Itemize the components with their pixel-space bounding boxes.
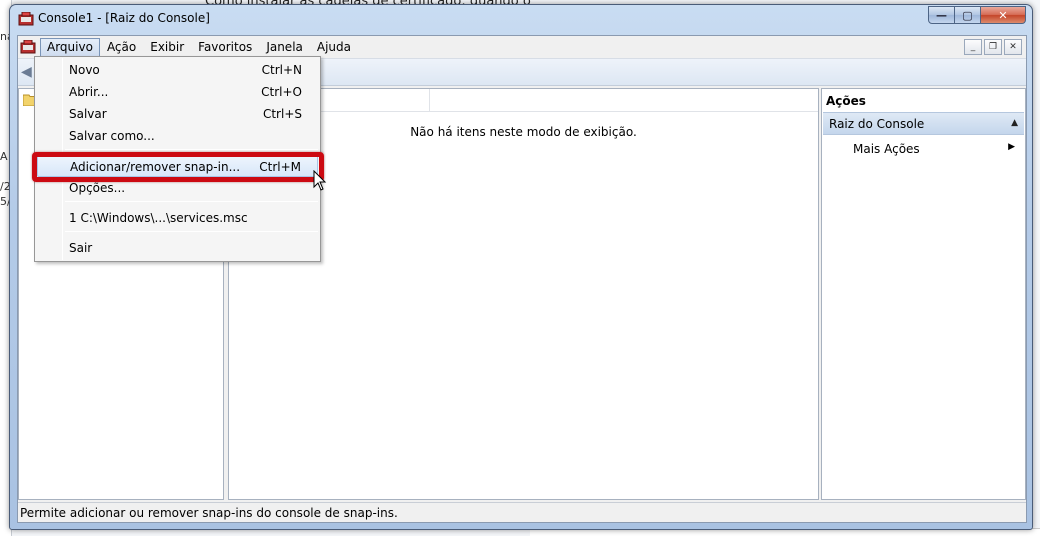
more-actions-link[interactable]: Mais Ações — [853, 142, 920, 156]
system-menu-icon[interactable] — [20, 40, 36, 54]
background-fragment: A — [0, 150, 8, 163]
red-annotation-box — [32, 152, 324, 182]
menu-item-label: Opções... — [69, 181, 126, 195]
actions-section-label: Raiz do Console — [829, 117, 925, 131]
actions-pane: Ações Raiz do Console ▲ Mais Ações ▶ — [821, 88, 1026, 500]
mdi-buttons: _ ❐ ✕ — [964, 39, 1022, 55]
mdi-minimize-button[interactable]: _ — [964, 39, 982, 55]
actions-title: Ações — [826, 94, 866, 108]
menu-favoritos[interactable]: Favoritos — [191, 38, 259, 57]
title-bar[interactable]: Console1 - [Raiz do Console] — ▢ ✕ — [10, 5, 1032, 33]
mmc-console-icon — [18, 12, 34, 26]
mdi-close-button[interactable]: ✕ — [1004, 39, 1022, 55]
menu-item-label: Abrir... — [69, 85, 109, 99]
minimize-button[interactable]: — — [928, 6, 955, 24]
caption-buttons: — ▢ ✕ — [928, 6, 1026, 24]
menu-separator — [65, 149, 318, 150]
menu-item-sair[interactable]: Sair — [37, 237, 318, 259]
menu-item-label: 1 C:\Windows\...\services.msc — [69, 211, 248, 225]
menu-item-novo[interactable]: Novo Ctrl+N — [37, 59, 318, 81]
menu-bar: Arquivo Ação Exibir Favoritos Janela Aju… — [18, 36, 1026, 58]
menu-ajuda[interactable]: Ajuda — [310, 38, 358, 57]
menu-acao[interactable]: Ação — [100, 38, 143, 57]
menu-item-label: Salvar — [69, 107, 107, 121]
menu-separator — [65, 201, 318, 202]
menu-item-shortcut: Ctrl+N — [261, 63, 302, 77]
window-title: Console1 - [Raiz do Console] — [38, 11, 210, 25]
close-button[interactable]: ✕ — [981, 6, 1026, 24]
menu-item-salvar-como[interactable]: Salvar como... — [37, 125, 318, 147]
menu-item-label: Salvar como... — [69, 129, 155, 143]
menu-item-recent-file[interactable]: 1 C:\Windows\...\services.msc — [37, 207, 318, 229]
status-text: Permite adicionar ou remover snap-ins do… — [20, 506, 398, 520]
menu-item-label: Sair — [69, 241, 93, 255]
mouse-cursor-icon — [313, 170, 327, 191]
menu-item-label: Novo — [69, 63, 100, 77]
menu-item-shortcut: Ctrl+S — [262, 107, 302, 121]
actions-section-header[interactable]: Raiz do Console ▲ — [823, 112, 1024, 135]
menu-item-salvar[interactable]: Salvar Ctrl+S — [37, 103, 318, 125]
status-bar: Permite adicionar ou remover snap-ins do… — [18, 502, 1026, 522]
collapse-up-icon[interactable]: ▲ — [1011, 118, 1018, 128]
menu-janela[interactable]: Janela — [259, 38, 310, 57]
maximize-button[interactable]: ▢ — [955, 6, 981, 24]
menu-exibir[interactable]: Exibir — [143, 38, 191, 57]
mdi-restore-button[interactable]: ❐ — [984, 39, 1002, 55]
menu-item-abrir[interactable]: Abrir... Ctrl+O — [37, 81, 318, 103]
submenu-arrow-icon: ▶ — [1008, 142, 1015, 152]
menu-item-shortcut: Ctrl+O — [261, 85, 302, 99]
menu-arquivo[interactable]: Arquivo — [40, 37, 100, 57]
menu-separator — [65, 231, 318, 232]
column-divider[interactable] — [429, 89, 430, 112]
